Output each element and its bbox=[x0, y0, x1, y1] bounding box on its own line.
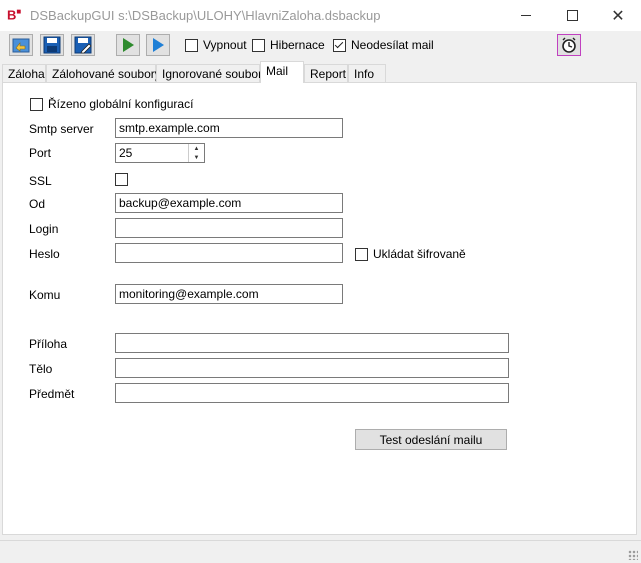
mail-panel: Řízeno globální konfigurací Smtp server … bbox=[2, 82, 637, 535]
save-as-button[interactable] bbox=[71, 34, 95, 56]
hibernace-option[interactable]: Hibernace bbox=[252, 38, 325, 52]
attachment-label: Příloha bbox=[29, 337, 68, 351]
tab-zalohovane-soubory[interactable]: Zálohované soubory bbox=[46, 64, 161, 82]
resize-grip-icon[interactable] bbox=[628, 550, 638, 560]
hibernace-label: Hibernace bbox=[270, 38, 325, 52]
run-button[interactable] bbox=[116, 34, 140, 56]
minimize-button[interactable] bbox=[503, 0, 549, 31]
vypnout-label: Vypnout bbox=[203, 38, 247, 52]
subject-input[interactable] bbox=[115, 383, 509, 403]
spin-down-icon[interactable]: ▼ bbox=[189, 153, 204, 162]
hibernace-checkbox[interactable] bbox=[252, 38, 265, 52]
test-mail-button[interactable]: Test odeslání mailu bbox=[355, 429, 507, 450]
tab-ignorovane-soubory[interactable]: Ignorované soubory bbox=[156, 64, 268, 82]
subject-label: Předmět bbox=[29, 387, 75, 401]
run-step-icon bbox=[153, 38, 164, 52]
smtp-server-input[interactable]: smtp.example.com bbox=[115, 118, 343, 138]
minimize-icon bbox=[521, 15, 531, 16]
schedule-button[interactable] bbox=[557, 34, 581, 56]
tab-strip: Záloha Zálohované soubory Ignorované sou… bbox=[0, 61, 641, 83]
maximize-button[interactable] bbox=[549, 0, 595, 31]
password-label: Heslo bbox=[29, 247, 60, 261]
tab-zaloha[interactable]: Záloha bbox=[2, 64, 46, 82]
save-as-icon bbox=[74, 36, 92, 54]
open-button[interactable] bbox=[9, 34, 33, 56]
global-config-option[interactable]: Řízeno globální konfigurací bbox=[30, 97, 193, 111]
encrypt-label: Ukládat šifrovaně bbox=[373, 247, 466, 261]
from-label: Od bbox=[29, 197, 46, 211]
neodesilat-checkbox[interactable] bbox=[333, 38, 346, 52]
encrypt-checkbox[interactable] bbox=[355, 247, 368, 261]
neodesilat-label: Neodesílat mail bbox=[351, 38, 434, 52]
tab-info[interactable]: Info bbox=[348, 64, 386, 82]
to-input[interactable]: monitoring@example.com bbox=[115, 284, 343, 304]
run-step-button[interactable] bbox=[146, 34, 170, 56]
clock-icon bbox=[562, 37, 576, 53]
to-label: Komu bbox=[29, 288, 61, 302]
vypnout-checkbox[interactable] bbox=[185, 38, 198, 52]
global-config-checkbox[interactable] bbox=[30, 97, 43, 111]
close-button[interactable]: ✕ bbox=[595, 0, 641, 31]
save-icon bbox=[43, 36, 61, 54]
neodesilat-option[interactable]: Neodesílat mail bbox=[333, 38, 434, 52]
close-icon: ✕ bbox=[611, 7, 625, 25]
app-logo: B■ bbox=[7, 7, 22, 23]
tab-report[interactable]: Report bbox=[304, 64, 348, 82]
port-label: Port bbox=[29, 146, 52, 160]
body-input[interactable] bbox=[115, 358, 509, 378]
encrypt-option[interactable]: Ukládat šifrovaně bbox=[355, 247, 466, 261]
run-icon bbox=[123, 38, 134, 52]
save-button[interactable] bbox=[40, 34, 64, 56]
password-input[interactable] bbox=[115, 243, 343, 263]
open-folder-icon bbox=[12, 38, 30, 53]
toolbar: Vypnout Hibernace Neodesílat mail bbox=[0, 31, 641, 61]
port-spinner[interactable]: ▲ ▼ bbox=[188, 144, 204, 162]
maximize-icon bbox=[566, 10, 578, 21]
status-bar bbox=[0, 540, 641, 563]
ssl-label: SSL bbox=[29, 174, 52, 188]
login-input[interactable] bbox=[115, 218, 343, 238]
title-bar: B■ DSBackupGUI s:\DSBackup\ULOHY\HlavniZ… bbox=[0, 0, 641, 31]
tab-mail[interactable]: Mail bbox=[260, 61, 304, 83]
smtp-label: Smtp server bbox=[29, 122, 94, 136]
port-value: 25 bbox=[119, 146, 133, 160]
ssl-checkbox[interactable] bbox=[115, 173, 128, 186]
window-title: DSBackupGUI s:\DSBackup\ULOHY\HlavniZalo… bbox=[30, 8, 381, 23]
attachment-input[interactable] bbox=[115, 333, 509, 353]
from-input[interactable]: backup@example.com bbox=[115, 193, 343, 213]
body-label: Tělo bbox=[29, 362, 53, 376]
vypnout-option[interactable]: Vypnout bbox=[185, 38, 247, 52]
login-label: Login bbox=[29, 222, 59, 236]
port-input[interactable]: 25 ▲ ▼ bbox=[115, 143, 205, 163]
global-config-label: Řízeno globální konfigurací bbox=[48, 97, 194, 111]
spin-up-icon[interactable]: ▲ bbox=[189, 144, 204, 153]
